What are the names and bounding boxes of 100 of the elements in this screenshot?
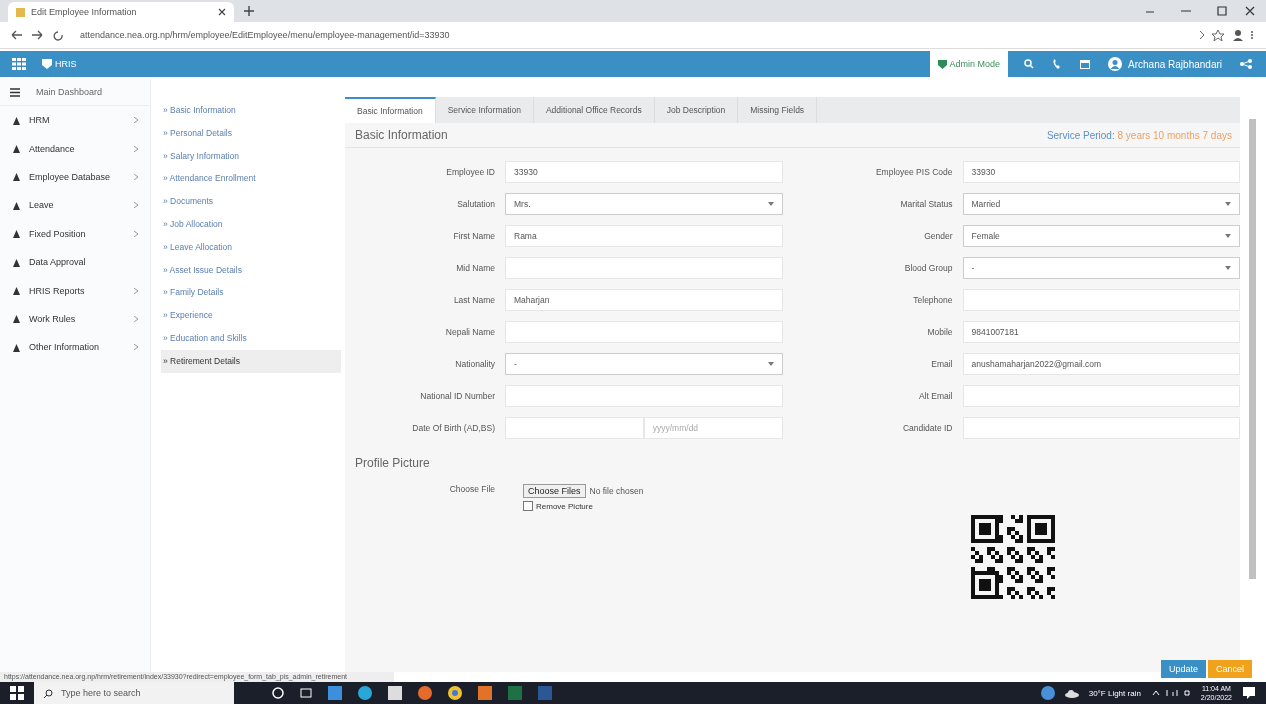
field-label: Last Name [452,295,495,305]
sidebar-item[interactable]: Attendance [0,134,150,163]
scrollbar[interactable] [1249,119,1256,579]
service-period: Service Period: 8 years 10 months 7 days [1046,129,1232,141]
menu-item-icon [12,314,21,324]
calendar-icon[interactable] [1080,59,1091,69]
admin-mode-link[interactable]: Admin Mode [929,51,1009,77]
tab[interactable]: Job Description [654,97,739,123]
tab[interactable]: Basic Information [345,97,436,123]
select-field[interactable]: Married [962,193,1240,215]
field-label: Employee PIS Code [874,167,953,177]
input-field[interactable] [962,417,1240,439]
subnav-link[interactable]: » Salary Information [161,144,341,168]
menu-item-icon [12,342,21,352]
choose-file-button[interactable]: Choose Files [523,484,586,498]
field-label: National ID Number [419,391,495,401]
dropdown-caret-icon [767,202,774,206]
shield-icon [42,59,52,69]
shield-icon [937,59,947,69]
task-view-icon[interactable] [300,687,312,699]
weather-text: 30°F Light rain [1088,688,1141,698]
menu-item-icon [12,257,21,267]
menu-item-icon [12,115,21,125]
select-field[interactable]: Female [962,225,1240,247]
subnav-link[interactable]: » Basic Information [161,99,341,122]
dropdown-caret-icon [767,362,774,366]
sidebar-item[interactable]: HRIS Reports [0,276,150,305]
menu-item-icon [12,144,21,154]
subnav-link[interactable]: » Attendance Enrollment [161,167,341,191]
section-title: Profile Picture [354,455,431,472]
input-field[interactable]: Rama [505,225,783,247]
cortana-icon[interactable] [272,687,284,699]
menu-icon[interactable] [10,87,20,97]
address-bar[interactable]: attendance.nea.org.np/hrm/employee/EditEmployee/menu/employee-management/id=33930 [80,30,450,40]
field-label: Mid Name [455,263,495,273]
input-field[interactable]: anushamaharjan2022@gmail.com [962,353,1240,375]
subnav-link[interactable]: » Job Allocation [161,213,341,236]
system-tray-icon[interactable] [1150,688,1191,698]
sidebar-item[interactable]: Data Approval [0,247,150,277]
subnav-link[interactable]: » Family Details [161,281,341,305]
subnav-link[interactable]: » Leave Allocation [161,235,341,259]
sidebar-item[interactable]: Leave [0,191,150,220]
field-label: Mobile [926,327,953,337]
section-title: Basic Information [355,128,448,142]
menu-item-icon [12,229,21,239]
field-label: Choose File [448,484,495,496]
close-icon[interactable] [218,8,226,16]
subnav-link[interactable]: » Documents [161,190,341,213]
input-field[interactable]: 33930 [505,161,783,183]
sidebar-item[interactable]: Employee Database [0,162,150,192]
new-tab-icon[interactable] [244,6,254,16]
action-button[interactable]: Update [1160,660,1206,678]
checkbox[interactable] [523,501,533,511]
tab[interactable]: Missing Fields [738,97,818,123]
avatar-icon [1108,57,1123,71]
field-label: Telephone [912,295,953,305]
browser-tab[interactable]: Edit Employee Information [8,2,234,22]
input-field[interactable] [962,289,1240,311]
input-field[interactable] [505,417,644,439]
search-icon [44,688,53,698]
tab[interactable]: Additional Office Records [533,97,655,123]
share-icon[interactable] [1240,59,1252,69]
sidebar-item[interactable]: HRM [0,106,150,135]
notification-icon[interactable] [1242,686,1256,700]
page-icon [16,7,25,17]
field-label: Nepali Name [444,327,495,337]
subnav-link[interactable]: » Experience [161,304,341,327]
input-field[interactable] [505,321,783,343]
select-field[interactable]: - [505,353,783,375]
subnav-link[interactable]: » Personal Details [161,121,341,145]
dashboard-link[interactable]: Main Dashboard [36,87,103,97]
field-label: Email [930,359,953,369]
input-field[interactable] [505,385,783,407]
input-field[interactable] [505,257,783,279]
subnav-link[interactable]: » Retirement Details [161,349,341,373]
subnav-link[interactable]: » Education and Skills [161,326,341,350]
search-icon[interactable] [1024,59,1035,69]
sidebar-item[interactable]: Fixed Position [0,219,150,248]
input-field[interactable]: 9841007181 [962,321,1240,343]
field-label: Gender [923,231,953,241]
field-label: Marital Status [899,199,953,209]
menu-item-icon [12,200,21,210]
cloud-icon [1064,688,1079,698]
subnav-link[interactable]: » Asset Issue Details [161,258,341,282]
select-field[interactable]: - [962,257,1240,279]
grid-menu-icon[interactable] [12,58,26,70]
dropdown-caret-icon [1225,234,1231,238]
windows-start-icon[interactable] [10,686,24,700]
taskbar-search-field[interactable]: Type here to search [34,682,234,704]
tab[interactable]: Service Information [435,97,534,123]
select-field[interactable]: Mrs. [505,193,783,215]
input-field[interactable]: Maharjan [505,289,783,311]
input-field[interactable] [962,385,1240,407]
menu-item-icon [12,172,21,182]
sidebar-item[interactable]: Work Rules [0,304,150,334]
phone-icon[interactable] [1052,59,1063,69]
field-label: Blood Group [903,263,953,273]
user-menu[interactable]: Archana Rajbhandari [1108,57,1222,71]
sidebar-item[interactable]: Other Information [0,333,150,362]
input-field[interactable]: 33930 [962,161,1240,183]
